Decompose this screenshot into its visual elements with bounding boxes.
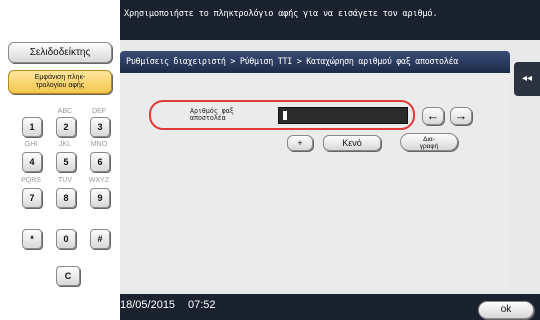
key-label-mno: MNO bbox=[90, 141, 108, 148]
cursor-right-button[interactable]: → bbox=[450, 107, 472, 125]
touch-keyboard-label-line1: Εμφάνιση πληκ- bbox=[34, 74, 86, 81]
text-cursor bbox=[283, 111, 287, 120]
fax-number-label-line2: αποστολέα bbox=[190, 114, 226, 122]
delete-label-line1: Δια- bbox=[423, 136, 435, 143]
key-label-tuv: TUV bbox=[58, 177, 72, 184]
touch-keyboard-button[interactable]: Εμφάνιση πληκ- τρολογίου αφής bbox=[8, 70, 112, 94]
instruction-text: Χρησιμοποιήστε το πληκτρολόγιο αφής για … bbox=[124, 9, 438, 19]
key-7[interactable]: 7 bbox=[22, 188, 42, 208]
status-bar: 18/05/2015 07:52 bbox=[120, 294, 540, 320]
key-label-pqrs: PQRS bbox=[21, 177, 41, 184]
key-2[interactable]: 2 bbox=[56, 117, 76, 137]
key-3[interactable]: 3 bbox=[90, 117, 110, 137]
key-1[interactable]: 1 bbox=[22, 117, 42, 137]
key-label-ghi: GHI bbox=[24, 141, 38, 148]
key-label-abc: ABC bbox=[57, 108, 73, 115]
ok-button[interactable]: οk bbox=[478, 301, 534, 319]
breadcrumb: Ρυθμίσεις διαχειριστή > Ρύθμιση TTI > Κα… bbox=[120, 51, 510, 73]
key-label-wxyz: WXYZ bbox=[88, 177, 110, 184]
key-9[interactable]: 9 bbox=[90, 188, 110, 208]
key-0[interactable]: 0 bbox=[56, 229, 76, 249]
key-star[interactable]: * bbox=[22, 229, 42, 249]
key-8[interactable]: 8 bbox=[56, 188, 76, 208]
touch-keyboard-label-line2: τρολογίου αφής bbox=[35, 82, 85, 89]
breadcrumb-text: Ρυθμίσεις διαχειριστή > Ρύθμιση TTI > Κα… bbox=[126, 56, 458, 66]
status-date: 18/05/2015 bbox=[120, 299, 176, 311]
instruction-bar: Χρησιμοποιήστε το πληκτρολόγιο αφής για … bbox=[120, 0, 540, 40]
address-book-button[interactable]: Σελιδοδείκτης bbox=[8, 42, 112, 63]
key-6[interactable]: 6 bbox=[90, 152, 110, 172]
status-time: 07:52 bbox=[188, 299, 216, 311]
key-4[interactable]: 4 bbox=[22, 152, 42, 172]
collapse-panel-button[interactable]: ◂◂ bbox=[514, 62, 540, 96]
clear-key[interactable]: C bbox=[56, 266, 80, 286]
delete-label-line2: γραφή bbox=[419, 143, 439, 150]
key-5[interactable]: 5 bbox=[56, 152, 76, 172]
delete-button[interactable]: Δια- γραφή bbox=[400, 133, 458, 151]
fax-number-input[interactable] bbox=[278, 107, 408, 124]
space-button[interactable]: Κενό bbox=[323, 135, 381, 151]
plus-button[interactable]: + bbox=[287, 135, 313, 151]
fax-number-label: Αριθμός φαξ αποστολέα bbox=[190, 108, 234, 122]
key-label-def: DEF bbox=[92, 108, 106, 115]
cursor-left-button[interactable]: ← bbox=[422, 107, 444, 125]
key-label-jkl: JKL bbox=[58, 141, 72, 148]
key-hash[interactable]: # bbox=[90, 229, 110, 249]
